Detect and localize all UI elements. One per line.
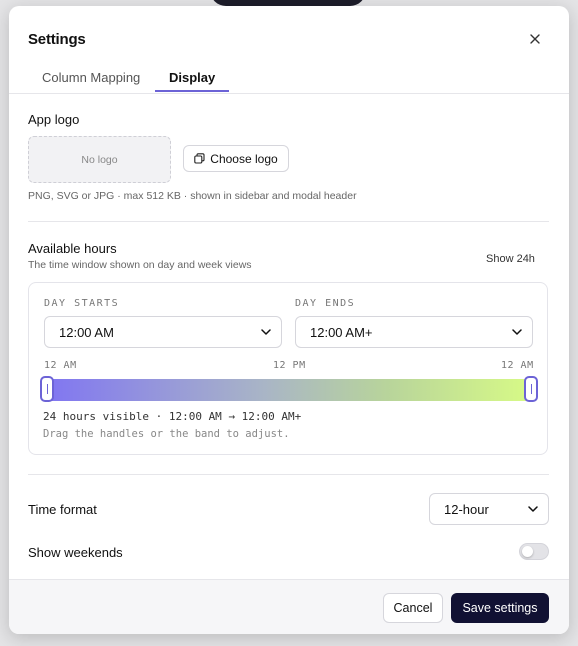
drag-hint: Drag the handles or the band to adjust. xyxy=(43,428,290,440)
day-starts-label: DAY STARTS xyxy=(44,298,120,309)
tab-column-mapping[interactable]: Column Mapping xyxy=(42,70,140,85)
chevron-down-icon xyxy=(528,506,538,512)
copy-icon xyxy=(194,153,205,164)
app-logo-label: App logo xyxy=(28,112,80,127)
day-ends-label: DAY ENDS xyxy=(295,298,356,309)
dialog-footer: Cancel Save settings xyxy=(9,579,569,634)
chevron-down-icon xyxy=(512,329,522,335)
settings-dialog: Settings Column Mapping Display App logo… xyxy=(9,6,569,634)
range-end-handle[interactable] xyxy=(524,376,538,402)
day-starts-select[interactable]: 12:00 AM xyxy=(44,316,282,348)
no-logo-text: No logo xyxy=(81,153,118,166)
tick-label-end: 12 AM xyxy=(501,360,534,371)
day-ends-select[interactable]: 12:00 AM+ xyxy=(295,316,533,348)
toggle-knob xyxy=(522,546,533,557)
divider xyxy=(28,474,549,475)
time-format-select[interactable]: 12-hour xyxy=(429,493,549,525)
available-hours-description: The time window shown on day and week vi… xyxy=(28,259,252,271)
choose-logo-label: Choose logo xyxy=(210,151,278,166)
tab-bar: Column Mapping Display xyxy=(9,66,569,94)
logo-hint: PNG, SVG or JPG · max 512 KB · shown in … xyxy=(28,190,357,202)
grip-icon xyxy=(46,384,48,394)
show-24h-button[interactable]: Show 24h xyxy=(486,253,535,265)
dialog-title: Settings xyxy=(28,31,86,48)
divider xyxy=(28,221,549,222)
day-ends-value: 12:00 AM+ xyxy=(310,324,373,340)
logo-preview: No logo xyxy=(28,136,171,183)
tick-label-middle: 12 PM xyxy=(273,360,306,371)
day-starts-value: 12:00 AM xyxy=(59,324,114,340)
time-format-label: Time format xyxy=(28,502,97,517)
show-weekends-label: Show weekends xyxy=(28,545,123,560)
hours-range-band[interactable] xyxy=(44,379,534,401)
tick-label-start: 12 AM xyxy=(44,360,77,371)
close-icon xyxy=(530,34,540,44)
choose-logo-button[interactable]: Choose logo xyxy=(183,145,289,172)
close-button[interactable] xyxy=(524,28,546,50)
cancel-button[interactable]: Cancel xyxy=(383,593,443,623)
save-settings-button[interactable]: Save settings xyxy=(451,593,549,623)
show-weekends-toggle[interactable] xyxy=(519,543,549,560)
visible-hours-summary: 24 hours visible · 12:00 AM → 12:00 AM+ xyxy=(43,410,302,423)
available-hours-label: Available hours xyxy=(28,241,117,256)
tab-display[interactable]: Display xyxy=(169,70,215,85)
time-format-value: 12-hour xyxy=(444,501,489,517)
active-tab-indicator xyxy=(155,90,229,92)
grip-icon xyxy=(530,384,532,394)
range-start-handle[interactable] xyxy=(40,376,54,402)
chevron-down-icon xyxy=(261,329,271,335)
